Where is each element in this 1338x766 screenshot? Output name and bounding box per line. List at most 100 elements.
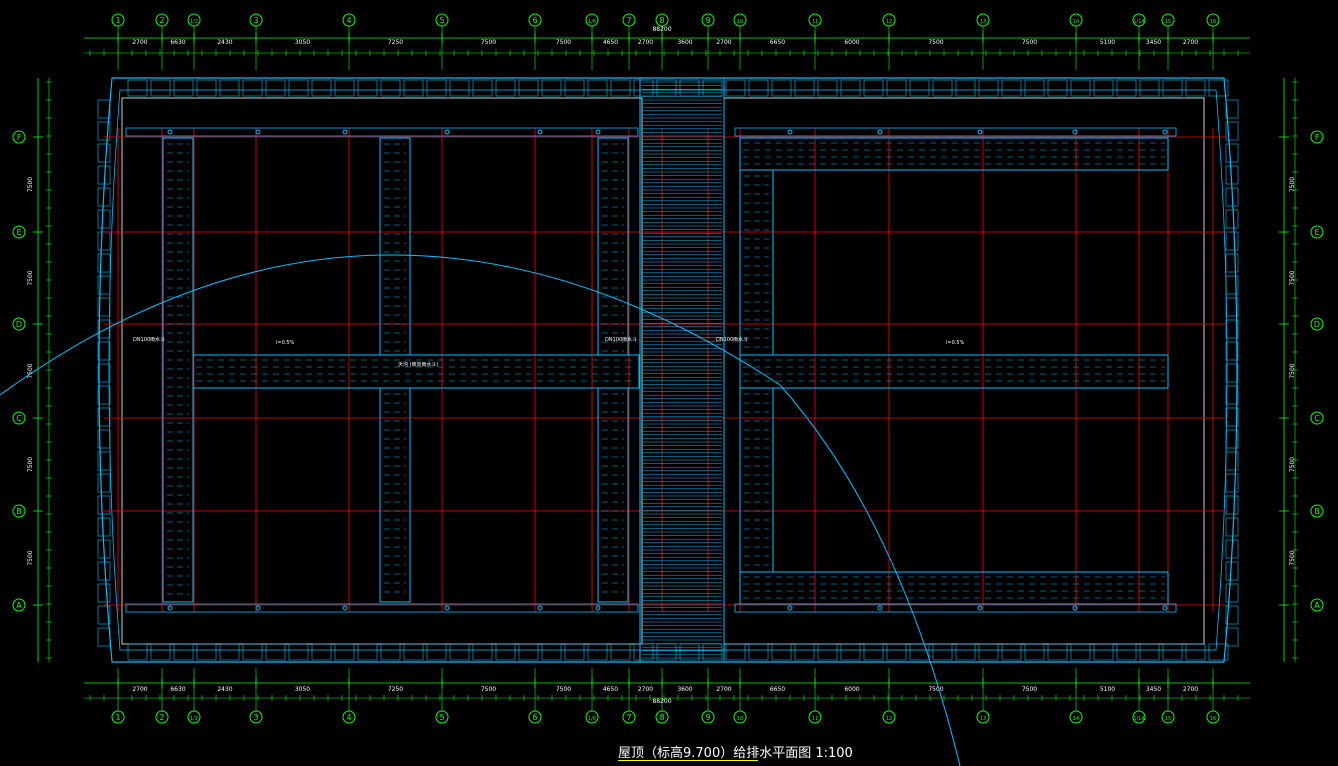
gutter-edge-north-east [734, 127, 1177, 137]
perimeter-rib-right [1225, 473, 1239, 493]
gutter-col-7-north [597, 137, 629, 356]
perimeter-rib-top [932, 79, 953, 97]
perimeter-rib-bottom [633, 643, 654, 661]
perimeter-rib-left [97, 517, 111, 537]
perimeter-rib-top [748, 79, 769, 97]
perimeter-rib-bottom [771, 643, 792, 661]
perimeter-rib-bottom [725, 643, 746, 661]
rain-outlet [167, 129, 173, 135]
dims-bottom-label: 3050 [295, 686, 310, 693]
perimeter-rib-top [173, 79, 194, 97]
axis-bubble-label-B: B [16, 507, 22, 516]
perimeter-rib-top [472, 79, 493, 97]
perimeter-rib-top [288, 79, 309, 97]
rain-outlet [537, 129, 543, 135]
perimeter-rib-right [1225, 231, 1239, 251]
perimeter-rib-bottom [495, 643, 516, 661]
dims-bottom-label: 6630 [170, 686, 185, 693]
axis-bubble-label-11: 11 [812, 716, 818, 722]
perimeter-rib-bottom [472, 643, 493, 661]
dims-top-label: 2700 [638, 39, 653, 46]
perimeter-rib-left [97, 253, 111, 273]
axis-bubble-label-E: E [16, 228, 21, 237]
west-roof-panel [121, 97, 643, 645]
perimeter-rib-top [334, 79, 355, 97]
dims-bottom-label: 3450 [1146, 686, 1161, 693]
perimeter-rib-bottom [541, 643, 562, 661]
dims-top-label: 2430 [217, 39, 232, 46]
axis-bubble-label-11: 11 [812, 19, 818, 25]
perimeter-rib-bottom [1116, 643, 1137, 661]
perimeter-rib-right [1225, 627, 1239, 647]
axis-bubble-label-D: D [1314, 320, 1320, 329]
dims-top-label: 2700 [132, 39, 147, 46]
dims-top-label: 7250 [388, 39, 403, 46]
overall-dimension-bottom: 88200 [652, 698, 671, 705]
dims-top-label: 3050 [295, 39, 310, 46]
dims-top-label: 6000 [844, 39, 859, 46]
rain-outlet [167, 605, 173, 611]
perimeter-rib-left [97, 473, 111, 493]
perimeter-rib-top [679, 79, 700, 97]
perimeter-rib-top [357, 79, 378, 97]
dims-bottom-label: 5100 [1100, 686, 1115, 693]
dims-top-label: 2700 [716, 39, 731, 46]
rain-outlet [595, 129, 601, 135]
perimeter-rib-bottom [955, 643, 976, 661]
perimeter-rib-top [242, 79, 263, 97]
perimeter-rib-top [518, 79, 539, 97]
perimeter-rib-bottom [1070, 643, 1091, 661]
axis-bubble-label-1/2: 1/2 [190, 19, 198, 25]
axis-bubble-label-5: 5 [439, 16, 444, 25]
perimeter-rib-bottom [1047, 643, 1068, 661]
perimeter-rib-top [771, 79, 792, 97]
gutter-col-4-south [379, 387, 411, 603]
rain-outlet [444, 605, 450, 611]
rain-outlet [444, 129, 450, 135]
overall-dimension-top: 88200 [652, 26, 671, 33]
rain-outlet [255, 129, 261, 135]
perimeter-rib-top [955, 79, 976, 97]
perimeter-rib-bottom [702, 643, 723, 661]
axis-bubble-label-13: 13 [980, 716, 986, 722]
dims-top-label: 4650 [603, 39, 618, 46]
dims-bottom-label: 2700 [1183, 686, 1198, 693]
drawing-title: 屋顶（标高9.700）给排水平面图 1:100 [618, 746, 853, 761]
dims-bottom-label: 6650 [770, 686, 785, 693]
perimeter-rib-left [97, 583, 111, 603]
dims-left-label: 7500 [27, 363, 34, 378]
axis-bubble-label-1/14: 1/14 [1133, 19, 1144, 25]
perimeter-rib-top [863, 79, 884, 97]
perimeter-rib-top [610, 79, 631, 97]
axis-bubble-label-10: 10 [737, 19, 743, 25]
perimeter-rib-right [1225, 561, 1239, 581]
perimeter-rib-top [311, 79, 332, 97]
dims-top-label: 3450 [1146, 39, 1161, 46]
perimeter-rib-top [380, 79, 401, 97]
perimeter-rib-right [1225, 99, 1239, 119]
rain-outlet [977, 129, 983, 135]
rain-outlet [977, 605, 983, 611]
axis-bubble-label-7: 7 [626, 713, 631, 722]
right-axis-bubbles: F E D C B A [1310, 130, 1324, 612]
gutter-col-4-north [379, 137, 411, 356]
perimeter-rib-top [196, 79, 217, 97]
gutter-col-10-south [739, 387, 774, 573]
perimeter-rib-bottom [817, 643, 838, 661]
perimeter-rib-top [978, 79, 999, 97]
axis-bubble-label-C: C [1314, 414, 1320, 423]
perimeter-rib-bottom [518, 643, 539, 661]
perimeter-rib-bottom [1001, 643, 1022, 661]
axis-bubble-label-A: A [16, 601, 22, 610]
title-underline [618, 760, 758, 761]
axis-bubble-label-E: E [1314, 228, 1319, 237]
axis-bubble-label-7: 7 [626, 16, 631, 25]
perimeter-rib-bottom [1139, 643, 1160, 661]
dims-bottom-label: 2430 [217, 686, 232, 693]
axis-bubble-label-1: 1 [115, 16, 120, 25]
left-axis-bubbles: F E D C B A [12, 130, 26, 612]
perimeter-rib-bottom [679, 643, 700, 661]
perimeter-rib-bottom [564, 643, 585, 661]
perimeter-rib-top [1070, 79, 1091, 97]
drawing-note: 天沟 (坡向雨水斗) [398, 361, 439, 368]
